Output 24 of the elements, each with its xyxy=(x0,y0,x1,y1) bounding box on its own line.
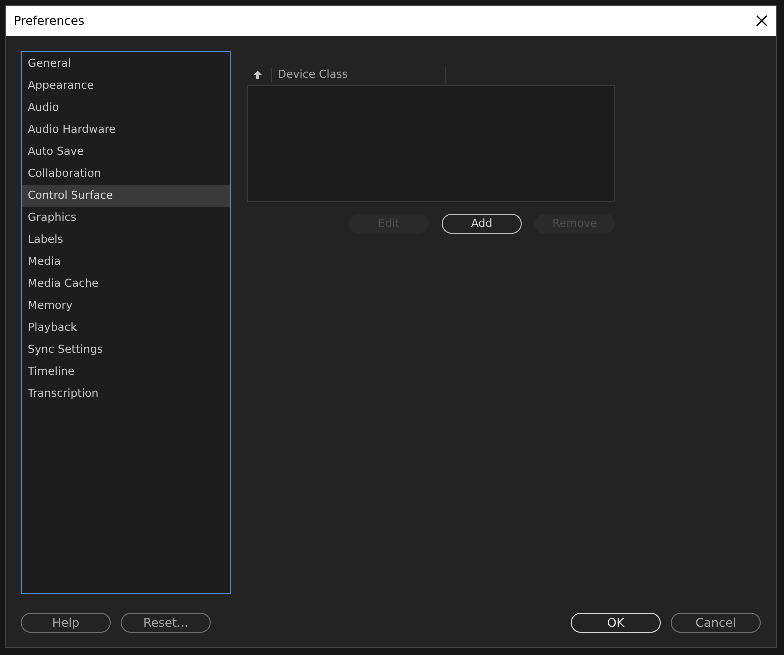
window-title: Preferences xyxy=(14,13,85,30)
dialog-button[interactable]: OK xyxy=(571,613,661,633)
category-item[interactable]: Media Cache xyxy=(22,273,230,295)
category-item[interactable]: General xyxy=(22,53,230,75)
category-item[interactable]: Auto Save xyxy=(22,141,230,163)
dialog-button[interactable]: Help xyxy=(21,613,111,633)
category-item[interactable]: Collaboration xyxy=(22,163,230,185)
dialog-button[interactable]: Reset... xyxy=(121,613,211,633)
column-header[interactable]: Device Class xyxy=(278,66,446,84)
category-item[interactable]: Audio xyxy=(22,97,230,119)
category-item[interactable]: Control Surface xyxy=(22,185,230,207)
category-item[interactable]: Labels xyxy=(22,229,230,251)
category-item[interactable]: Transcription xyxy=(22,383,230,405)
close-icon[interactable] xyxy=(756,15,768,27)
category-item[interactable]: Graphics xyxy=(22,207,230,229)
category-item[interactable]: Sync Settings xyxy=(22,339,230,361)
category-item[interactable]: Audio Hardware xyxy=(22,119,230,141)
category-item[interactable]: Memory xyxy=(22,295,230,317)
device-button[interactable]: Add xyxy=(442,214,522,234)
category-item[interactable]: Media xyxy=(22,251,230,273)
category-item[interactable]: Timeline xyxy=(22,361,230,383)
dialog-button[interactable]: Cancel xyxy=(671,613,761,633)
category-item[interactable]: Appearance xyxy=(22,75,230,97)
category-item[interactable]: Playback xyxy=(22,317,230,339)
